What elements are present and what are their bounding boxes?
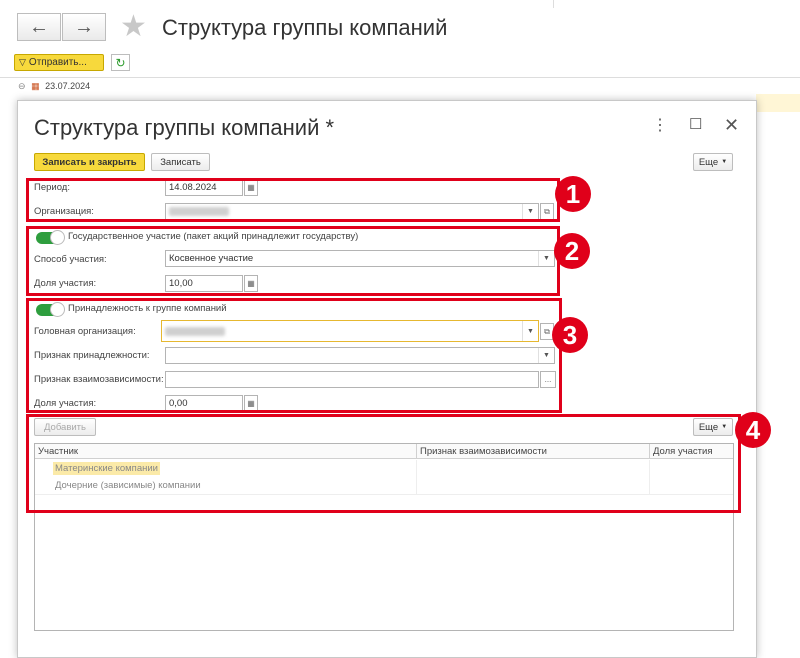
document-icon: ▦: [31, 81, 40, 91]
send-label: Отправить...: [28, 57, 87, 68]
highlight-box-4: [26, 414, 741, 513]
highlight-box-1: [26, 178, 560, 222]
collapse-icon[interactable]: ⊖: [18, 81, 26, 91]
badge-4: 4: [735, 412, 771, 448]
save-button[interactable]: Записать: [151, 153, 210, 171]
maximize-icon[interactable]: ☐: [689, 115, 702, 133]
star-icon[interactable]: ★: [120, 12, 147, 42]
page-title: Структура группы компаний: [162, 15, 448, 40]
highlight-box-2: [26, 226, 560, 296]
badge-1: 1: [555, 176, 591, 212]
save-and-close-button[interactable]: Записать и закрыть: [34, 153, 145, 171]
send-button[interactable]: ▽ Отправить...: [14, 54, 104, 71]
arrow-right-icon: →: [74, 15, 94, 38]
tree-date: 23.07.2024: [45, 81, 91, 91]
forward-button[interactable]: →: [62, 13, 106, 41]
badge-2: 2: [554, 233, 590, 269]
badge-3: 3: [552, 317, 588, 353]
refresh-icon: ↻: [115, 55, 126, 70]
close-icon[interactable]: ✕: [724, 115, 739, 136]
more-vert-icon[interactable]: ⋮: [652, 115, 668, 135]
more-label: Еще: [698, 156, 719, 168]
chevron-down-icon: ▼: [721, 159, 728, 165]
divider: [0, 77, 800, 78]
more-button[interactable]: Еще ▼: [693, 153, 733, 171]
arrow-left-icon: ←: [29, 15, 49, 38]
divider: [553, 0, 554, 8]
dialog-title: Структура группы компаний *: [34, 115, 335, 140]
selected-row-highlight: [756, 94, 800, 112]
highlight-box-3: [26, 298, 562, 413]
refresh-button[interactable]: ↻: [111, 54, 130, 71]
funnel-icon: ▽: [19, 57, 26, 67]
tree-row[interactable]: ⊖ ▦ 23.07.2024: [18, 81, 90, 92]
back-button[interactable]: ←: [17, 13, 61, 41]
